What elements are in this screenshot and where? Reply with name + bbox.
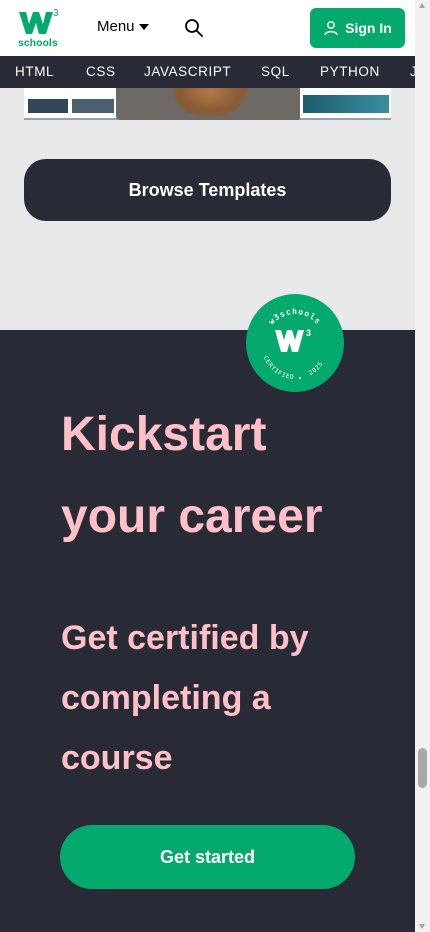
- thumbnail-image: [28, 99, 68, 113]
- scroll-up-arrow-icon[interactable]: [419, 3, 425, 8]
- svg-text:2025: 2025: [308, 360, 325, 377]
- nav-item-css[interactable]: CSS: [86, 64, 116, 79]
- search-icon[interactable]: [184, 18, 204, 38]
- sign-in-button[interactable]: Sign In: [310, 8, 405, 48]
- svg-text:CERTIFIED: CERTIFIED: [262, 355, 295, 381]
- career-headline: Kickstart your career: [61, 394, 381, 558]
- menu-button[interactable]: Menu: [97, 18, 149, 35]
- headline-line: your career: [61, 490, 323, 543]
- nav-item-python[interactable]: PYTHON: [320, 64, 380, 79]
- template-thumbnail-left[interactable]: [24, 88, 118, 120]
- template-thumbnail-center[interactable]: [116, 88, 302, 120]
- badge-superscript: 3: [306, 328, 311, 338]
- w3schools-logo[interactable]: 3 schools: [17, 6, 61, 49]
- certified-badge-icon: w3schools 3 CERTIFIED 2025: [246, 294, 344, 392]
- nav-item-javascript[interactable]: JAVASCRIPT: [144, 64, 231, 79]
- caret-down-icon: [138, 24, 149, 30]
- thumbnail-image: [172, 88, 248, 116]
- headline-line: Kickstart: [61, 408, 267, 461]
- logo-superscript: 3: [53, 8, 59, 19]
- menu-label: Menu: [97, 18, 135, 35]
- template-thumbnail-right[interactable]: [300, 88, 391, 120]
- badge-top-text: w3schools: [267, 307, 322, 326]
- thumbnail-image: [72, 99, 114, 113]
- badge-certified-text: CERTIFIED: [262, 355, 294, 381]
- top-header: 3 schools Menu Sign In: [0, 0, 415, 56]
- user-icon: [324, 21, 338, 36]
- career-subheadline: Get certified by completing a course: [61, 608, 361, 788]
- scroll-down-arrow-icon[interactable]: [419, 924, 425, 929]
- scroll-thumb[interactable]: [418, 748, 427, 788]
- language-nav: HTML CSS JAVASCRIPT SQL PYTHON J: [0, 56, 415, 88]
- logo-text: schools: [18, 37, 58, 48]
- nav-item-sql[interactable]: SQL: [261, 64, 290, 79]
- browse-templates-button[interactable]: Browse Templates: [24, 159, 391, 221]
- nav-item-html[interactable]: HTML: [15, 64, 54, 79]
- svg-text:w3schools: w3schools: [267, 307, 323, 326]
- get-started-button[interactable]: Get started: [60, 825, 355, 889]
- page-scrollbar[interactable]: [415, 0, 430, 932]
- subheadline-line: course: [61, 739, 173, 777]
- subheadline-line: Get certified by: [61, 619, 309, 657]
- thumbnail-image: [303, 95, 389, 113]
- subheadline-line: completing a: [61, 679, 271, 717]
- badge-year-text: 2025: [308, 360, 324, 377]
- templates-section: Browse Templates: [0, 88, 415, 330]
- sign-in-label: Sign In: [345, 20, 392, 36]
